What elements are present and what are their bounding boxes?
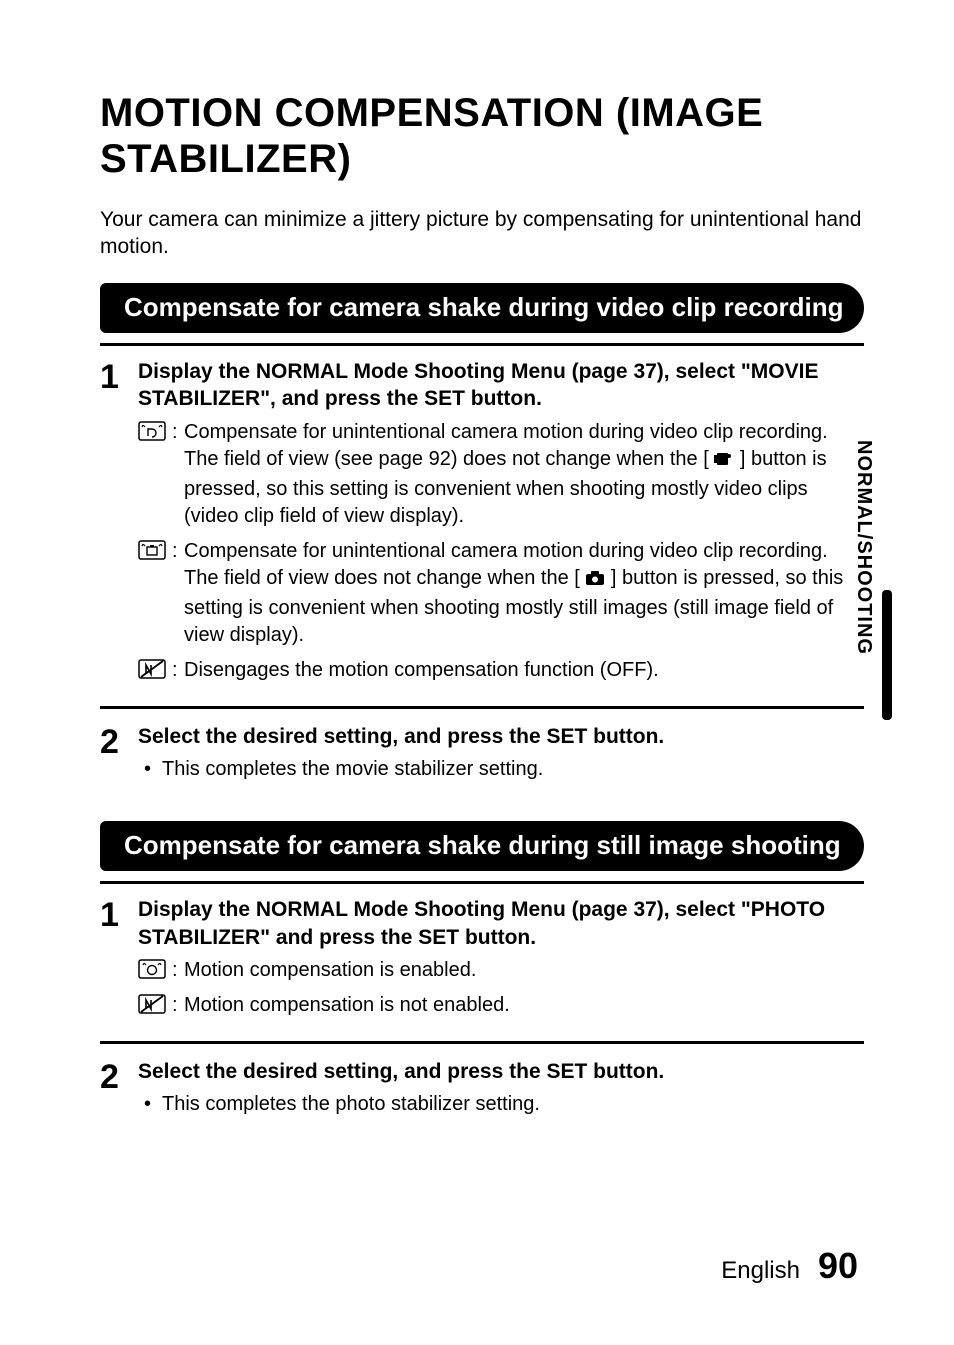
section-heading-video: Compensate for camera shake during video…: [106, 283, 864, 334]
intro-text: Your camera can minimize a jittery pictu…: [100, 206, 864, 261]
bullet-line: • This completes the photo stabilizer se…: [144, 1091, 864, 1118]
stabilizer-photo-on-icon: [138, 957, 172, 984]
colon: :: [172, 538, 184, 649]
option-text: Motion compensation is enabled.: [184, 957, 864, 984]
side-tab-label: NORMAL/SHOOTING: [852, 440, 875, 655]
step-2-still: 2 Select the desired setting, and press …: [100, 1046, 864, 1132]
option-text: Motion compensation is not enabled.: [184, 992, 864, 1019]
option-text: Compensate for unintentional camera moti…: [184, 538, 864, 649]
step-1-video: 1 Display the NORMAL Mode Shooting Menu …: [100, 346, 864, 709]
step-head: Select the desired setting, and press th…: [138, 1058, 864, 1085]
step-head: Display the NORMAL Mode Shooting Menu (p…: [138, 358, 864, 413]
step-2-video: 2 Select the desired setting, and press …: [100, 711, 864, 797]
step-number: 2: [100, 723, 138, 783]
step-number: 2: [100, 1058, 138, 1118]
camera-button-icon: [585, 568, 605, 595]
stabilizer-photo-off-icon: [138, 992, 172, 1019]
video-button-icon: [714, 449, 734, 476]
footer-page-number: 90: [818, 1245, 858, 1287]
bullet-text: This completes the photo stabilizer sett…: [162, 1091, 540, 1118]
page-title: MOTION COMPENSATION (IMAGE STABILIZER): [100, 90, 864, 182]
bullet-dot: •: [144, 1091, 162, 1118]
stabilizer-still-icon: [138, 538, 172, 649]
bullet-dot: •: [144, 756, 162, 783]
option-text: Compensate for unintentional camera moti…: [184, 419, 864, 530]
colon: :: [172, 657, 184, 684]
section-heading-still: Compensate for camera shake during still…: [106, 821, 864, 872]
side-tab: NORMAL/SHOOTING: [852, 440, 884, 712]
option-photo-off: : Motion compensation is not enabled.: [138, 992, 864, 1019]
option-text: Disengages the motion compensation funct…: [184, 657, 864, 684]
step-1-still: 1 Display the NORMAL Mode Shooting Menu …: [100, 884, 864, 1044]
step-head: Display the NORMAL Mode Shooting Menu (p…: [138, 896, 864, 951]
side-tab-bar: [882, 590, 892, 720]
footer-language: English: [721, 1257, 800, 1285]
option-still-fov: : Compensate for unintentional camera mo…: [138, 538, 864, 649]
stabilizer-video-icon: [138, 419, 172, 530]
stabilizer-off-icon: [138, 657, 172, 684]
colon: :: [172, 992, 184, 1019]
colon: :: [172, 957, 184, 984]
option-photo-on: : Motion compensation is enabled.: [138, 957, 864, 984]
manual-page: MOTION COMPENSATION (IMAGE STABILIZER) Y…: [0, 0, 954, 1345]
step-number: 1: [100, 358, 138, 692]
step-head: Select the desired setting, and press th…: [138, 723, 864, 750]
colon: :: [172, 419, 184, 530]
bullet-line: • This completes the movie stabilizer se…: [144, 756, 864, 783]
bullet-text: This completes the movie stabilizer sett…: [162, 756, 543, 783]
option-off: : Disengages the motion compensation fun…: [138, 657, 864, 684]
step-number: 1: [100, 896, 138, 1027]
option-video-fov: : Compensate for unintentional camera mo…: [138, 419, 864, 530]
page-footer: English 90: [721, 1245, 858, 1287]
